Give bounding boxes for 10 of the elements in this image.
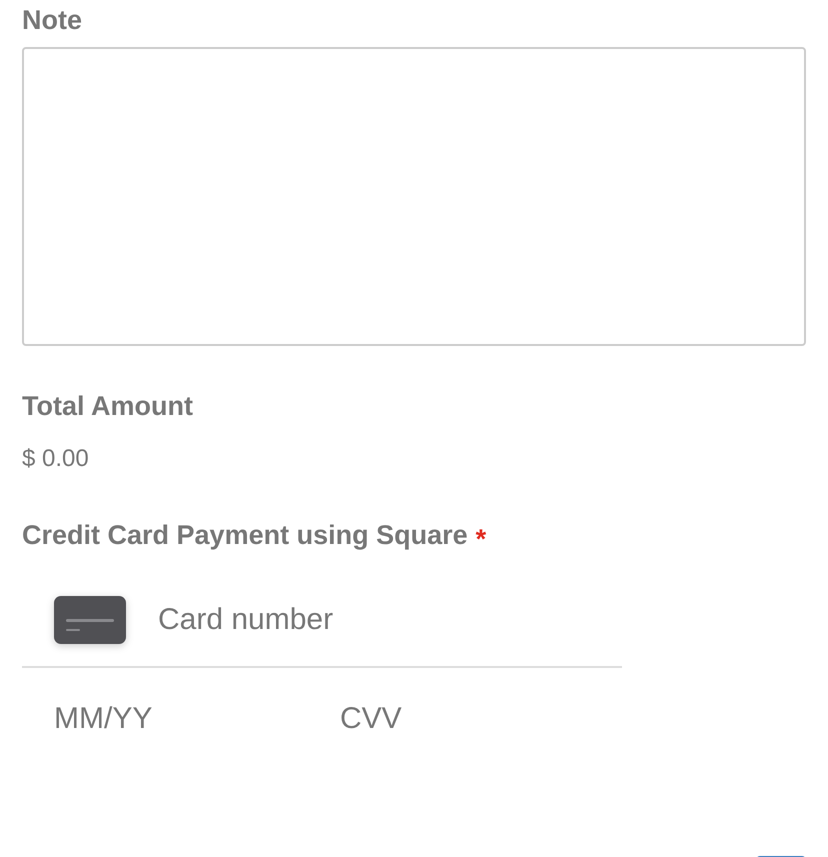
field-label: Credit Card Payment using Square: [22, 519, 468, 552]
expiry-field[interactable]: MM/YY: [54, 696, 340, 740]
required-mark: *: [476, 523, 486, 556]
cvv-field[interactable]: CVV: [340, 696, 540, 740]
credit-card-icon: [54, 596, 126, 644]
field-label: Total Amount: [22, 390, 193, 422]
field-label: Note: [22, 4, 82, 36]
note-field[interactable]: [22, 47, 806, 346]
card-number-field[interactable]: Card number: [158, 597, 578, 642]
amount-value: $ 0.00: [22, 444, 89, 474]
